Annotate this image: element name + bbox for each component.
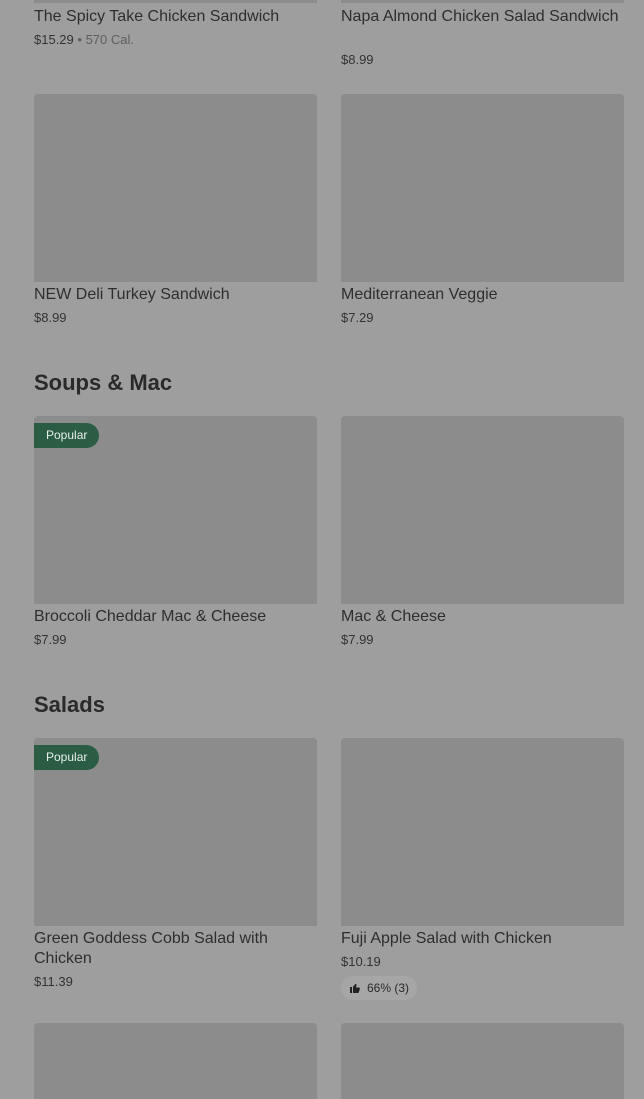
popular-badge: Popular — [34, 423, 100, 448]
item-calories: 570 Cal. — [85, 32, 134, 47]
rating-badge: 66% (3) — [341, 976, 418, 1000]
menu-item-card[interactable] — [34, 1023, 317, 1099]
section-heading-soups-mac: Soups & Mac — [34, 370, 173, 395]
menu-item-card[interactable]: Popular Green Goddess Cobb Salad with Ch… — [34, 738, 317, 998]
item-name: Mediterranean Veggie — [341, 286, 498, 303]
item-price-calories: $15.29 • 570 Cal. — [34, 32, 134, 48]
item-name: Napa Almond Chicken Salad Sandwich — [341, 8, 619, 25]
item-name: Broccoli Cheddar Mac & Cheese — [34, 608, 267, 625]
meta-separator: • — [77, 32, 82, 47]
item-name: Fuji Apple Salad with Chicken — [341, 930, 552, 947]
item-name: NEW Deli Turkey Sandwich — [34, 286, 230, 303]
item-image — [34, 1023, 317, 1099]
menu-item-card[interactable]: Popular Broccoli Cheddar Mac & Cheese $7… — [34, 416, 317, 656]
section-heading-salads: Salads — [34, 692, 105, 717]
item-price: $7.29 — [341, 310, 374, 325]
menu-item-card[interactable]: The Spicy Take Chicken Sandwich $15.29 •… — [34, 0, 317, 70]
popular-badge: Popular — [34, 745, 100, 770]
item-price: $10.19 — [341, 954, 381, 969]
menu-item-card[interactable] — [341, 1023, 624, 1099]
item-image — [341, 94, 624, 282]
menu-item-card[interactable]: Mediterranean Veggie $7.29 — [341, 94, 624, 334]
item-image — [341, 0, 624, 3]
item-price: $8.99 — [341, 52, 374, 67]
menu-item-card[interactable]: Mac & Cheese $7.99 — [341, 416, 624, 656]
item-image — [34, 0, 317, 3]
item-name: Green Goddess Cobb Salad with Chicken — [34, 930, 268, 967]
thumbs-up-icon — [349, 982, 361, 994]
item-price: $15.29 — [34, 32, 74, 47]
item-name: The Spicy Take Chicken Sandwich — [34, 8, 280, 25]
item-price: $7.99 — [34, 632, 67, 647]
item-name: Mac & Cheese — [341, 608, 446, 625]
menu-item-card[interactable]: NEW Deli Turkey Sandwich $8.99 — [34, 94, 317, 334]
menu-item-card[interactable]: Fuji Apple Salad with Chicken $10.19 66%… — [341, 738, 624, 1002]
item-image — [341, 1023, 624, 1099]
item-price: $8.99 — [34, 310, 67, 325]
item-image — [34, 94, 317, 282]
menu-item-card[interactable]: Napa Almond Chicken Salad Sandwich $8.99 — [341, 0, 624, 70]
item-image — [341, 416, 624, 604]
item-price: $11.39 — [34, 974, 73, 989]
rating-text: 66% (3) — [367, 981, 410, 995]
item-price: $7.99 — [341, 632, 374, 647]
item-image — [341, 738, 624, 926]
